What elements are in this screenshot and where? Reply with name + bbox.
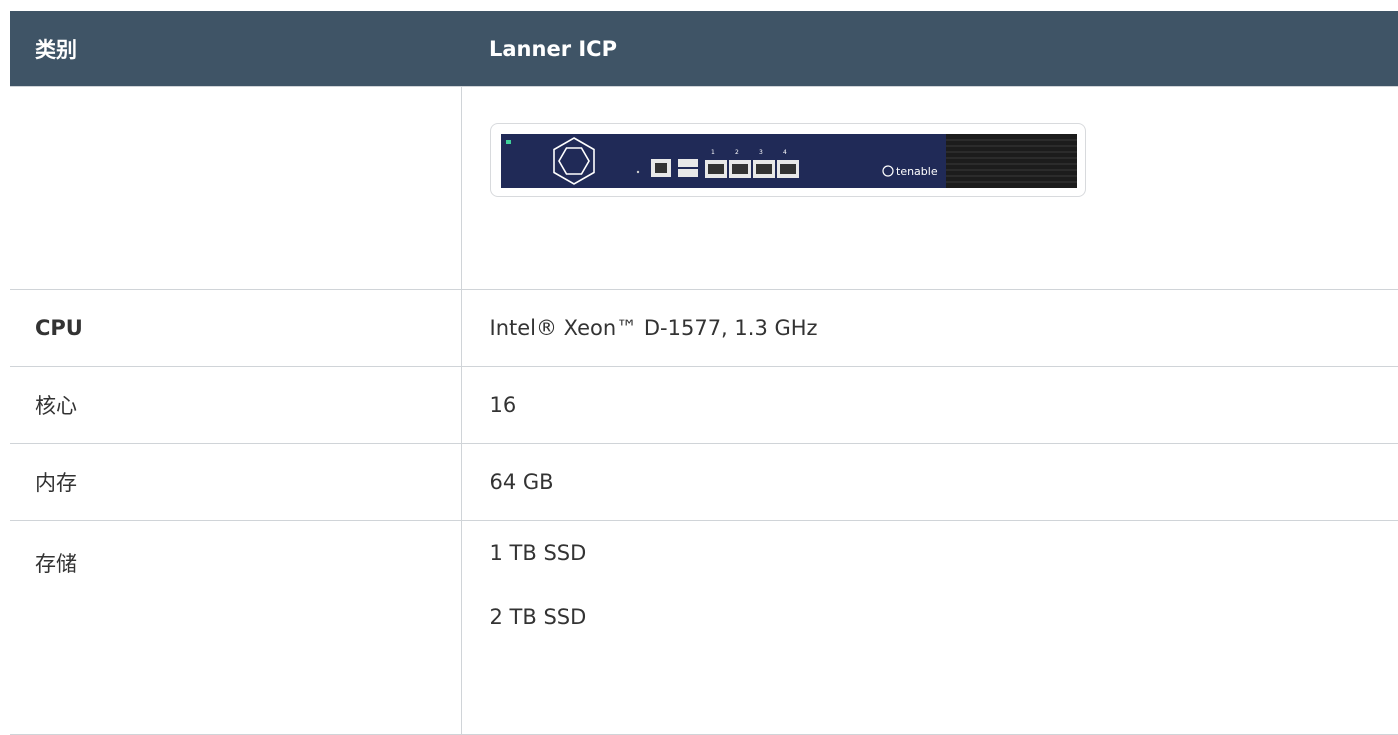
table-header-row: 类别 Lanner ICP <box>10 11 1398 87</box>
table-row: 核心 16 <box>10 367 1398 444</box>
row-value-cores: 16 <box>461 367 1398 444</box>
usb-port-icon <box>678 159 698 167</box>
row-label-storage: 存储 <box>10 521 461 735</box>
storage-option: 1 TB SSD <box>490 521 1398 585</box>
storage-option: 2 TB SSD <box>490 585 1398 649</box>
image-row-label <box>10 87 461 290</box>
brand-label: tenable <box>896 165 938 178</box>
port-number: 2 <box>735 149 739 156</box>
spec-table: 类别 Lanner ICP <box>10 11 1398 735</box>
row-value-cpu: Intel® Xeon™ D-1577, 1.3 GHz <box>461 290 1398 367</box>
row-value-storage: 1 TB SSD 2 TB SSD <box>461 521 1398 735</box>
port-number: 1 <box>711 149 715 156</box>
header-model: Lanner ICP <box>461 11 1398 87</box>
table-row: CPU Intel® Xeon™ D-1577, 1.3 GHz <box>10 290 1398 367</box>
port-number: 4 <box>783 149 787 156</box>
image-row-value: 1 2 3 4 tenable <box>461 87 1398 290</box>
appliance-image: 1 2 3 4 tenable <box>490 123 1086 197</box>
row-label-memory: 内存 <box>10 444 461 521</box>
status-led <box>506 140 511 144</box>
table-row: 1 2 3 4 tenable <box>10 87 1398 290</box>
table-row: 存储 1 TB SSD 2 TB SSD <box>10 521 1398 735</box>
vent-grille <box>946 134 1077 188</box>
row-label-cpu: CPU <box>10 290 461 367</box>
port-number: 3 <box>759 149 763 156</box>
appliance-front-panel: 1 2 3 4 tenable <box>501 134 1077 188</box>
header-category: 类别 <box>10 11 461 87</box>
row-value-memory: 64 GB <box>461 444 1398 521</box>
table-row: 内存 64 GB <box>10 444 1398 521</box>
row-label-cores: 核心 <box>10 367 461 444</box>
